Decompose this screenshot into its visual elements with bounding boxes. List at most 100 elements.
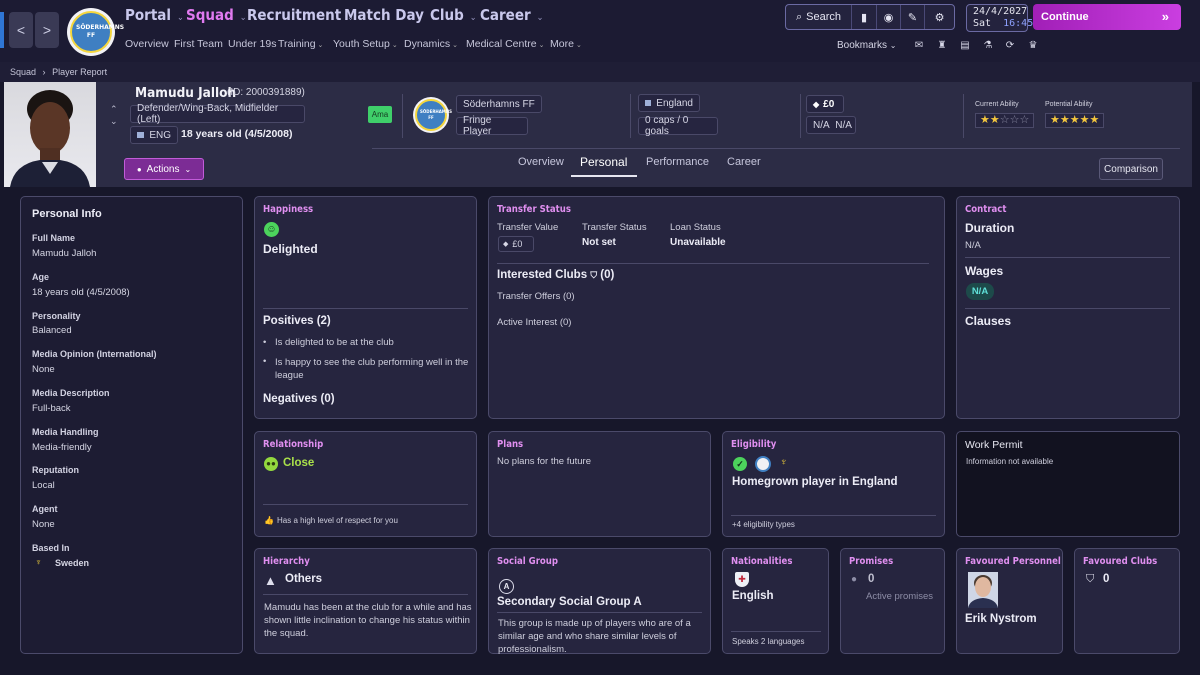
duration-value: N/A [965, 240, 981, 251]
languages-note: Speaks 2 languages [732, 637, 805, 646]
chevron-down-icon[interactable]: ⌄ [110, 115, 118, 127]
nationalities-card: Nationalities ✚ English Speaks 2 languag… [722, 548, 829, 654]
star-empty-icon: ☆ [1019, 114, 1030, 126]
positives-title: Positives (2) [263, 315, 331, 327]
subnav-dynamics[interactable]: Dynamics ⌄ [404, 38, 458, 50]
age-value: 18 years old (4/5/2008) [32, 287, 130, 298]
chevron-down-icon: ⌄ [184, 164, 192, 174]
duration-label: Duration [965, 221, 1015, 235]
positive-item: Is happy to see the club performing well… [275, 357, 469, 381]
shield-icon: ⛉ [590, 270, 598, 280]
star-filled-icon: ★ [1079, 114, 1090, 126]
chevron-down-icon: ⌄ [177, 13, 184, 23]
back-button[interactable]: < [9, 12, 33, 48]
subnav-under-19s[interactable]: Under 19s [228, 38, 276, 50]
trophy-icon[interactable]: ♛ [1026, 40, 1040, 52]
tactics-icon[interactable]: ⚗ [981, 40, 995, 52]
club-crest-icon[interactable]: SÖDERHAMNS FF [413, 97, 452, 133]
chevron-up-icon[interactable]: ⌃ [110, 103, 118, 115]
tag-icon: ◆ [813, 99, 820, 109]
breadcrumb-player-report[interactable]: Player Report [52, 67, 107, 77]
settings-button[interactable]: ⚙ [925, 5, 954, 29]
media-description-label: Media Description [32, 388, 110, 398]
forward-button[interactable]: > [35, 12, 59, 48]
date-display[interactable]: 24/4/2027 Sat 16:45 [966, 4, 1033, 32]
tab-overview[interactable]: Overview [518, 156, 564, 168]
top-bar: < > SÖDERHAMNS FF Portal ⌄ Squad ⌄ Recruit… [0, 0, 1200, 62]
age-label: Age [32, 272, 50, 282]
favoured-personnel-name[interactable]: Erik Nystrom [965, 613, 1037, 625]
breadcrumb-squad[interactable]: Squad [10, 67, 36, 77]
nav-recruitment[interactable]: Recruitment ⌄ [247, 6, 354, 24]
chevron-down-icon: ⌄ [889, 41, 897, 50]
divider [263, 308, 468, 309]
player-photo [4, 82, 96, 187]
favoured-clubs-count: 0 [1103, 573, 1110, 585]
inbox-icon[interactable]: ✉ [912, 40, 926, 52]
tab-personal[interactable]: Personal [580, 155, 627, 169]
interested-clubs-title: Interested Clubs ⛉ (0) [497, 269, 615, 281]
eligibility-card: Eligibility ✓ ♆ Homegrown player in Engl… [722, 431, 945, 537]
group-badge-icon: A [499, 579, 514, 594]
star-filled-icon: ★ [1069, 114, 1080, 126]
bookmark-button[interactable]: ▮ [852, 5, 877, 29]
negatives-title: Negatives (0) [263, 393, 335, 405]
search-button[interactable]: ⌕ Search [786, 5, 852, 29]
player-age: 18 years old (4/5/2008) [181, 128, 293, 140]
speech-bubble-icon: ● [851, 574, 858, 585]
personnel-avatar[interactable] [968, 572, 998, 608]
continue-button[interactable]: Continue» [1033, 4, 1181, 30]
potential-ability-stars: ★★★★★ [1045, 113, 1105, 128]
eligibility-note[interactable]: +4 eligibility types [732, 520, 795, 529]
comparison-button[interactable]: Comparison [1099, 158, 1163, 180]
tab-career[interactable]: Career [727, 156, 761, 168]
divider [963, 94, 964, 138]
report-icon[interactable]: ▤ [958, 40, 972, 52]
subnav-youth-setup[interactable]: Youth Setup ⌄ [333, 38, 398, 50]
current-ability-label: Current Ability [975, 101, 1019, 108]
club-name-pill[interactable]: Söderhamns FF [456, 95, 542, 113]
reputation-value: Local [32, 480, 55, 491]
favoured-clubs-title: Favoured Clubs [1083, 556, 1158, 567]
flag-icon [645, 100, 652, 106]
subnav-more[interactable]: More ⌄ [550, 38, 582, 50]
active-interest[interactable]: Active Interest (0) [497, 317, 571, 328]
breadcrumb: Squad › Player Report [0, 62, 1200, 82]
subnav-training[interactable]: Training ⌄ [278, 38, 323, 50]
divider [965, 257, 1170, 258]
subnav-first-team[interactable]: First Team [174, 38, 223, 50]
transfer-offers[interactable]: Transfer Offers (0) [497, 291, 575, 302]
bookmarks-dropdown[interactable]: Bookmarks ⌄ [837, 40, 897, 51]
refresh-icon[interactable]: ⟳ [1003, 40, 1017, 52]
nav-career[interactable]: Career ⌄ [480, 6, 543, 24]
plans-text: No plans for the future [497, 456, 591, 467]
player-id: (ID: 2000391889) [227, 87, 305, 98]
actions-button[interactable]: ● Actions ⌄ [124, 158, 204, 180]
subnav-overview[interactable]: Overview [125, 38, 169, 50]
full-name-value: Mamudu Jalloh [32, 248, 97, 259]
divider [372, 148, 1180, 149]
star-filled-icon: ★ [980, 114, 990, 126]
nav-match-day[interactable]: Match Day ⌄ [344, 6, 437, 24]
nav-portal[interactable]: Portal ⌄ [125, 6, 184, 24]
kit-icon[interactable]: ♜ [935, 40, 949, 52]
transfer-value-pill: ◆ £0 [498, 236, 534, 252]
prev-next-player[interactable]: ⌃ ⌄ [110, 103, 118, 127]
relationship-title: Relationship [263, 439, 324, 450]
edge-marker [0, 12, 4, 48]
loan-status-value: Unavailable [670, 237, 726, 248]
divider [263, 594, 468, 595]
star-filled-icon: ★ [989, 114, 1000, 126]
club-crest-logo[interactable]: SÖDERHAMNS FF [67, 8, 124, 56]
position-pill: Defender/Wing-Back, Midfielder (Left) [130, 103, 305, 125]
tab-performance[interactable]: Performance [646, 156, 709, 168]
transfer-status-title: Transfer Status [497, 204, 571, 215]
favoured-personnel-title: Favoured Personnel [965, 556, 1061, 567]
tab-active-underline [571, 175, 637, 177]
subnav-medical-centre[interactable]: Medical Centre ⌄ [466, 38, 545, 50]
edit-button[interactable]: ✎ [901, 5, 925, 29]
world-button[interactable]: ◉ [877, 5, 901, 29]
nav-squad[interactable]: Squad ⌄ [186, 6, 247, 24]
social-group-title: Social Group [497, 556, 558, 567]
nav-club[interactable]: Club ⌄ [430, 6, 477, 24]
